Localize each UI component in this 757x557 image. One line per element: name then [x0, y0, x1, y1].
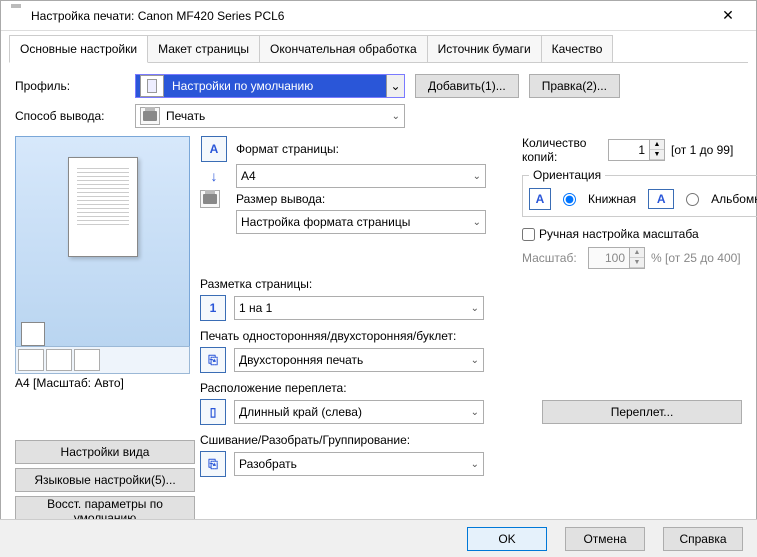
copies-label: Количество копий:: [522, 136, 602, 164]
page-size-select[interactable]: A4⌄: [236, 164, 486, 188]
scale-label: Масштаб:: [522, 251, 582, 265]
preview-toolbar: [15, 346, 190, 374]
copies-spinner[interactable]: ▲▼: [608, 139, 665, 161]
collate-label: Сшивание/Разобрать/Группирование:: [200, 433, 742, 447]
preview-stack-icons: [21, 322, 190, 346]
preview-tool-3[interactable]: [74, 349, 100, 371]
profile-label: Профиль:: [15, 79, 135, 93]
printer-small-icon: [140, 107, 160, 125]
view-settings-button[interactable]: Настройки вида: [15, 440, 195, 464]
duplex-icon: ⎘: [200, 347, 226, 373]
binding-label: Расположение переплета:: [200, 381, 742, 395]
scale-spinner: ▲▼: [588, 247, 645, 269]
manual-scale-checkbox[interactable]: [522, 228, 535, 241]
collate-select[interactable]: Разобрать⌄: [234, 452, 484, 476]
output-method-select[interactable]: Печать ⌄: [135, 104, 405, 128]
output-method-label: Способ вывода:: [15, 109, 135, 123]
language-settings-button[interactable]: Языковые настройки(5)...: [15, 468, 195, 492]
preview-tool-2[interactable]: [46, 349, 72, 371]
output-size-label: Размер вывода:: [236, 192, 325, 206]
sided-label: Печать односторонняя/двухсторонняя/букле…: [200, 329, 742, 343]
tab-page-layout[interactable]: Макет страницы: [147, 35, 260, 63]
preview-tool-1[interactable]: [18, 349, 44, 371]
scale-input: [589, 248, 629, 268]
portrait-radio[interactable]: [563, 193, 576, 206]
page-size-label: Формат страницы:: [236, 142, 339, 156]
help-button[interactable]: Справка: [663, 527, 743, 551]
output-size-select[interactable]: Настройка формата страницы⌄: [236, 210, 486, 234]
tab-paper-source[interactable]: Источник бумаги: [427, 35, 542, 63]
page-format-icon: A: [201, 136, 227, 162]
portrait-icon: A: [529, 188, 551, 210]
sided-select[interactable]: Двухсторонняя печать⌄: [234, 348, 484, 372]
chevron-down-icon: ⌄: [392, 111, 400, 122]
tab-strip: Основные настройки Макет страницы Оконча…: [1, 31, 756, 63]
page-preview-icon: [68, 157, 138, 257]
tab-main[interactable]: Основные настройки: [9, 35, 148, 63]
binding-button[interactable]: Переплет...: [542, 400, 742, 424]
landscape-icon: A: [648, 189, 674, 209]
ok-button[interactable]: OK: [467, 527, 547, 551]
profile-select[interactable]: Настройки по умолчанию ⌄: [135, 74, 405, 98]
binding-select[interactable]: Длинный край (слева)⌄: [234, 400, 484, 424]
copies-range: [от 1 до 99]: [671, 143, 733, 157]
restore-defaults-button[interactable]: Восст. параметры по умолчанию: [15, 496, 195, 520]
copies-input[interactable]: [609, 140, 649, 160]
tab-finishing[interactable]: Окончательная обработка: [259, 35, 428, 63]
edit-profile-button[interactable]: Правка(2)...: [529, 74, 620, 98]
orientation-group: Ориентация A Книжная A Альбомная: [522, 168, 757, 217]
scale-range: % [от 25 до 400]: [651, 251, 741, 265]
profile-icon: [140, 75, 164, 97]
arrow-down-icon: ↓: [211, 168, 218, 184]
landscape-radio[interactable]: [686, 193, 699, 206]
tab-quality[interactable]: Качество: [541, 35, 614, 63]
spin-down[interactable]: ▼: [650, 150, 664, 160]
page-layout-label: Разметка страницы:: [200, 277, 742, 291]
dialog-button-bar: OK Отмена Справка: [0, 519, 757, 557]
page-layout-select[interactable]: 1 на 1⌄: [234, 296, 484, 320]
spin-up[interactable]: ▲: [650, 140, 664, 150]
output-size-icon: [200, 190, 220, 208]
cancel-button[interactable]: Отмена: [565, 527, 645, 551]
layout-icon: 1: [200, 295, 226, 321]
close-button[interactable]: ✕: [708, 7, 748, 24]
pages-stack-icon: [21, 322, 45, 346]
collate-icon: ⎘: [200, 451, 226, 477]
chevron-down-icon: ⌄: [386, 75, 404, 97]
preview-caption: A4 [Масштаб: Авто]: [15, 376, 190, 390]
printer-icon: [9, 8, 25, 24]
binding-icon: ▯: [200, 399, 226, 425]
titlebar: Настройка печати: Canon MF420 Series PCL…: [1, 1, 756, 31]
window-title: Настройка печати: Canon MF420 Series PCL…: [31, 9, 708, 23]
add-profile-button[interactable]: Добавить(1)...: [415, 74, 519, 98]
manual-scale-label: Ручная настройка масштаба: [539, 227, 699, 241]
